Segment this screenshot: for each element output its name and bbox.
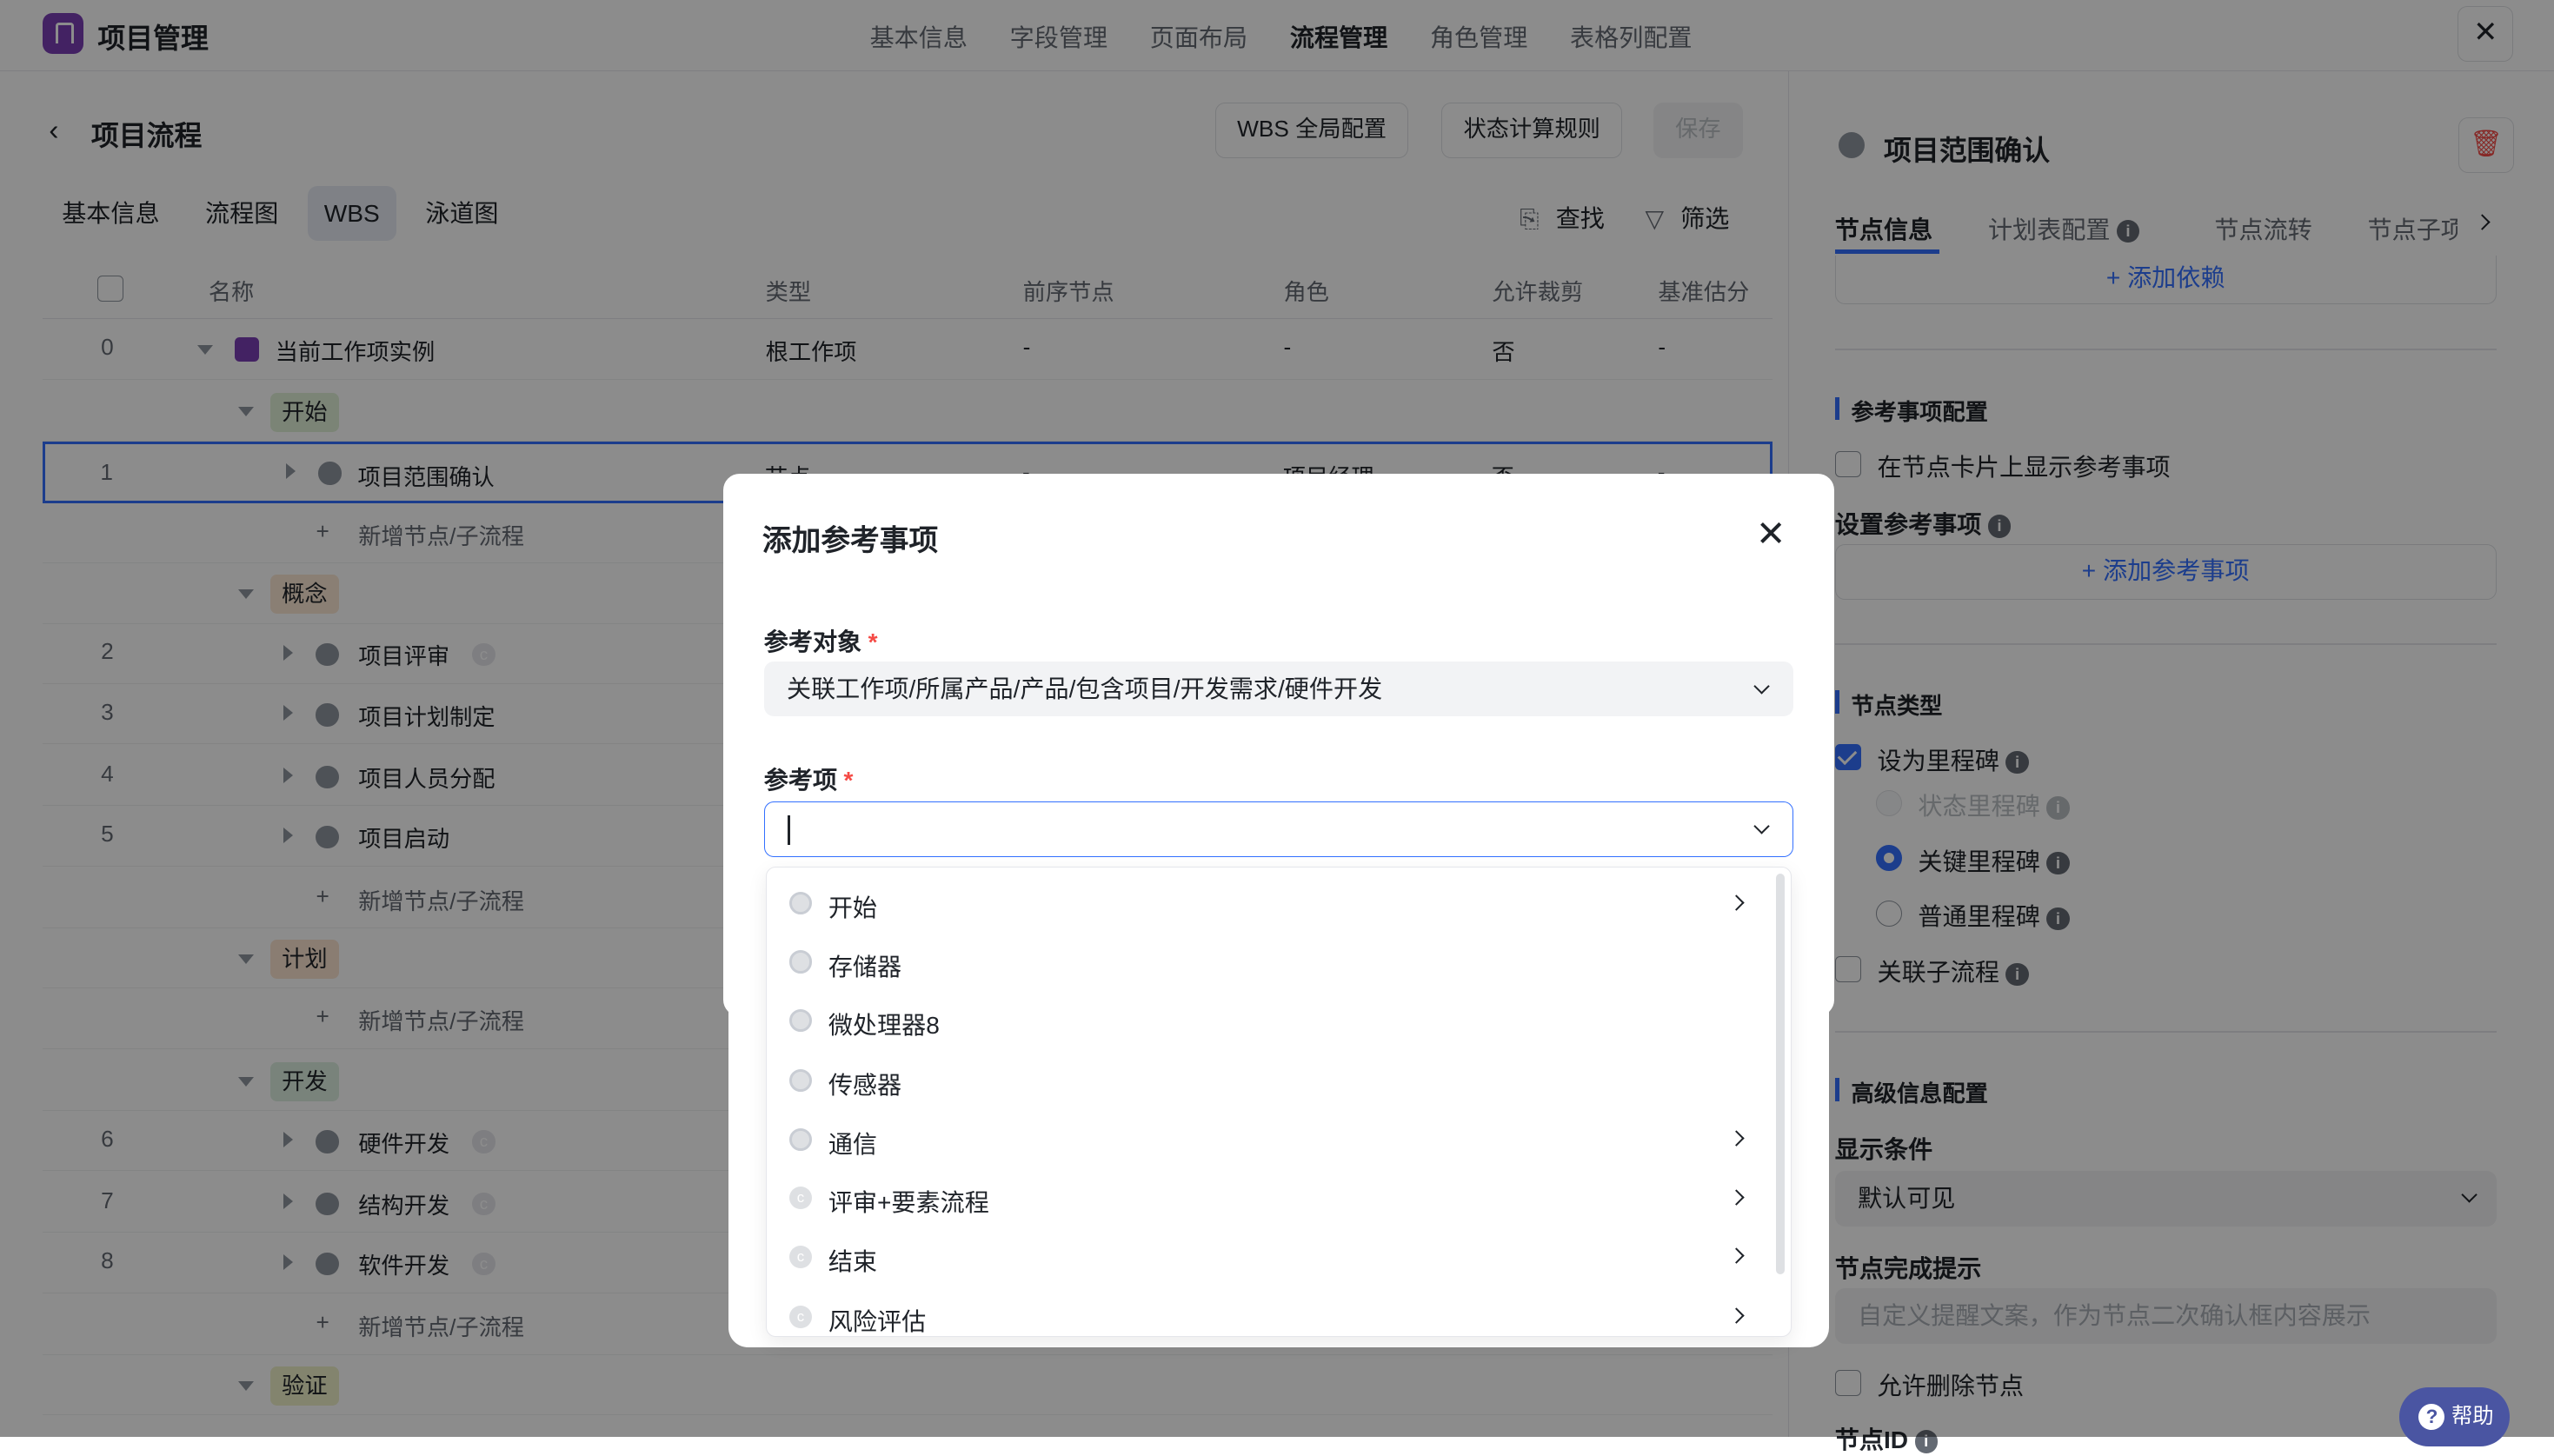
ref-object-value: 关联工作项/所属产品/产品/包含项目/开发需求/硬件开发 <box>786 675 1383 702</box>
chevron-right-icon[interactable] <box>1728 1130 1745 1147</box>
circle-icon <box>788 1069 813 1093</box>
ref-item-label: 参考项 * <box>763 767 854 794</box>
option-label: 风险评估 <box>828 1308 927 1336</box>
dropdown-option[interactable]: c 评审+要素流程 <box>767 1167 1791 1226</box>
circle-icon <box>788 1008 813 1033</box>
dropdown-option[interactable]: 通信 <box>767 1108 1791 1167</box>
linked-icon: c <box>788 1245 813 1268</box>
scrollbar[interactable] <box>1776 874 1785 1275</box>
ref-item-dropdown: 开始 存储器 微处理器8 传感器 通信 c 评审+要素流程 c 结束 c 风险评… <box>765 866 1792 1338</box>
ref-object-label: 参考对象 * <box>763 628 878 655</box>
dropdown-option[interactable]: c 风险评估 <box>767 1286 1791 1336</box>
option-label: 结束 <box>828 1247 878 1275</box>
dropdown-option[interactable]: 传感器 <box>767 1050 1791 1108</box>
close-icon[interactable]: ✕ <box>1756 515 1786 552</box>
chevron-right-icon[interactable] <box>1728 1188 1745 1206</box>
dropdown-option[interactable]: 微处理器8 <box>767 989 1791 1047</box>
help-button[interactable]: 帮助 <box>2398 1387 2511 1446</box>
option-label: 开始 <box>828 894 878 922</box>
linked-icon: c <box>788 1305 813 1329</box>
dropdown-option[interactable]: 开始 <box>767 872 1791 930</box>
option-label: 通信 <box>828 1130 878 1158</box>
modal-title: 添加参考事项 <box>762 523 939 557</box>
ref-item-select[interactable] <box>763 801 1793 857</box>
linked-icon: c <box>788 1187 813 1210</box>
option-label: 存储器 <box>828 953 902 981</box>
dropdown-option[interactable]: 存储器 <box>767 931 1791 989</box>
ref-object-select[interactable]: 关联工作项/所属产品/产品/包含项目/开发需求/硬件开发 <box>763 661 1793 717</box>
circle-icon <box>788 1127 813 1151</box>
circle-icon <box>788 950 813 974</box>
option-label: 传感器 <box>828 1072 902 1100</box>
text-cursor <box>787 814 790 845</box>
dropdown-option[interactable]: c 结束 <box>767 1226 1791 1284</box>
chevron-right-icon[interactable] <box>1728 1307 1745 1325</box>
chevron-right-icon[interactable] <box>1728 1247 1745 1264</box>
option-label: 微处理器8 <box>828 1012 940 1040</box>
circle-icon <box>788 891 813 915</box>
chevron-right-icon[interactable] <box>1728 894 1745 911</box>
option-label: 评审+要素流程 <box>828 1189 989 1217</box>
